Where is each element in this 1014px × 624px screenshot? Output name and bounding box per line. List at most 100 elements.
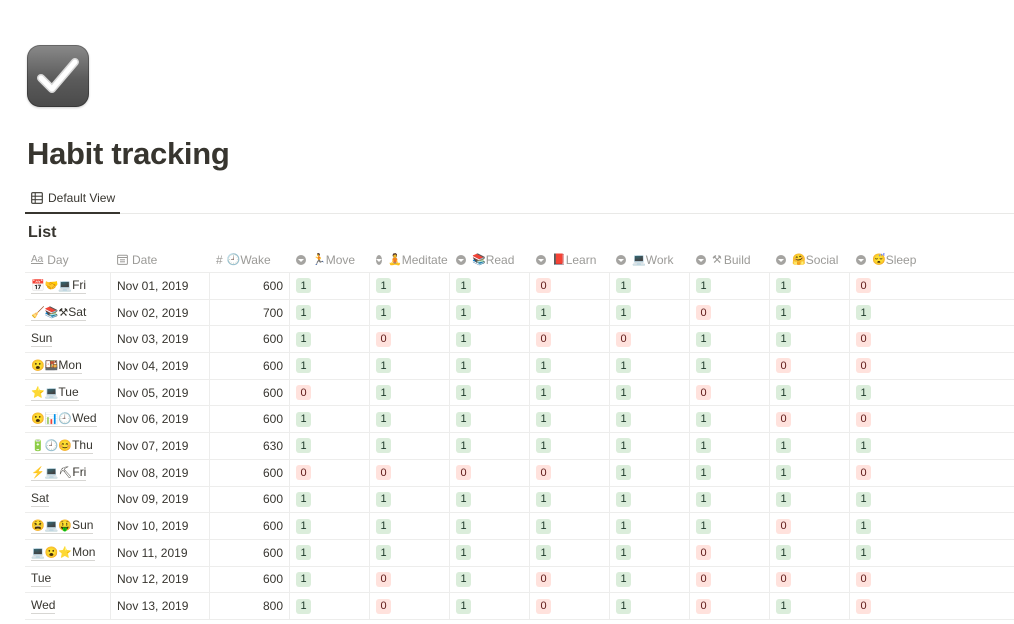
cell-date[interactable]: Nov 06, 2019 xyxy=(111,406,210,433)
cell-learn[interactable]: 0 xyxy=(530,273,610,299)
page-title[interactable]: Habit tracking xyxy=(27,136,230,172)
cell-wake[interactable]: 600 xyxy=(210,273,290,299)
cell-build[interactable]: 1 xyxy=(690,326,770,353)
cell-read[interactable]: 1 xyxy=(450,406,530,433)
cell-date[interactable]: Nov 09, 2019 xyxy=(111,486,210,513)
cell-date[interactable]: Nov 07, 2019 xyxy=(111,433,210,459)
cell-move[interactable]: 1 xyxy=(290,593,370,619)
list-title[interactable]: List xyxy=(28,224,56,242)
table-row[interactable]: ⭐💻Tue Nov 05, 2019 600 0 1 1 1 1 0 1 1 xyxy=(25,379,1014,407)
cell-learn[interactable]: 0 xyxy=(530,566,610,593)
day-title[interactable]: 😮🍱Mon xyxy=(31,358,82,374)
table-row[interactable]: 😮🍱Mon Nov 04, 2019 600 1 1 1 1 1 1 0 0 xyxy=(25,353,1014,380)
cell-build[interactable]: 0 xyxy=(690,379,770,406)
cell-sleep[interactable]: 1 xyxy=(850,513,1014,539)
cell-day[interactable]: 🔋🕘😊Thu xyxy=(25,433,111,459)
cell-move[interactable]: 1 xyxy=(290,566,370,593)
cell-wake[interactable]: 600 xyxy=(210,459,290,486)
cell-work[interactable]: 1 xyxy=(610,513,690,539)
cell-wake[interactable]: 600 xyxy=(210,513,290,539)
cell-meditate[interactable]: 1 xyxy=(370,539,450,566)
cell-move[interactable]: 1 xyxy=(290,326,370,353)
cell-meditate[interactable]: 0 xyxy=(370,459,450,486)
cell-date[interactable]: Nov 13, 2019 xyxy=(111,593,210,619)
cell-work[interactable]: 1 xyxy=(610,273,690,299)
table-row[interactable]: 📅🤝💻Fri Nov 01, 2019 600 1 1 1 0 1 1 1 0 xyxy=(25,273,1014,300)
cell-move[interactable]: 1 xyxy=(290,513,370,539)
cell-learn[interactable]: 0 xyxy=(530,593,610,619)
table-row[interactable]: 😫💻🤑Sun Nov 10, 2019 600 1 1 1 1 1 1 0 1 xyxy=(25,513,1014,540)
cell-date[interactable]: Nov 08, 2019 xyxy=(111,459,210,486)
cell-learn[interactable]: 1 xyxy=(530,539,610,566)
cell-wake[interactable]: 600 xyxy=(210,566,290,593)
cell-social[interactable]: 1 xyxy=(770,486,850,513)
table-row[interactable]: 💻😮⭐Mon Nov 11, 2019 600 1 1 1 1 1 0 1 1 xyxy=(25,539,1014,567)
day-title[interactable]: Sun xyxy=(31,331,53,348)
column-header-work[interactable]: 💻 Work xyxy=(610,247,690,272)
column-header-meditate[interactable]: 🧘 Meditate xyxy=(370,247,450,272)
cell-read[interactable]: 1 xyxy=(450,299,530,326)
cell-learn[interactable]: 1 xyxy=(530,433,610,459)
table-row[interactable]: Sat Nov 09, 2019 600 1 1 1 1 1 1 1 1 xyxy=(25,486,1014,514)
cell-read[interactable]: 1 xyxy=(450,539,530,566)
cell-read[interactable]: 1 xyxy=(450,433,530,459)
table-row[interactable]: 🧹📚⚒Sat Nov 02, 2019 700 1 1 1 1 1 0 1 1 xyxy=(25,299,1014,327)
day-title[interactable]: 😫💻🤑Sun xyxy=(31,518,94,535)
cell-read[interactable]: 1 xyxy=(450,566,530,593)
cell-sleep[interactable]: 0 xyxy=(850,406,1014,432)
cell-work[interactable]: 1 xyxy=(610,433,690,459)
cell-sleep[interactable]: 0 xyxy=(850,460,1014,486)
cell-build[interactable]: 0 xyxy=(690,539,770,566)
cell-social[interactable]: 1 xyxy=(770,326,850,353)
column-header-move[interactable]: 🏃 Move xyxy=(290,247,370,272)
cell-work[interactable]: 1 xyxy=(610,593,690,619)
column-header-read[interactable]: 📚 Read xyxy=(450,247,530,272)
cell-learn[interactable]: 1 xyxy=(530,353,610,379)
cell-wake[interactable]: 600 xyxy=(210,353,290,379)
cell-day[interactable]: Sun xyxy=(25,326,111,353)
cell-social[interactable]: 1 xyxy=(770,379,850,406)
cell-build[interactable]: 0 xyxy=(690,566,770,593)
cell-learn[interactable]: 1 xyxy=(530,486,610,513)
cell-social[interactable]: 1 xyxy=(770,539,850,566)
day-title[interactable]: ⚡💻⛏Fri xyxy=(31,465,87,481)
cell-meditate[interactable]: 1 xyxy=(370,273,450,299)
cell-sleep[interactable]: 1 xyxy=(850,380,1014,406)
cell-wake[interactable]: 600 xyxy=(210,326,290,353)
cell-build[interactable]: 0 xyxy=(690,593,770,619)
cell-sleep[interactable]: 0 xyxy=(850,567,1014,593)
cell-read[interactable]: 1 xyxy=(450,326,530,353)
cell-social[interactable]: 0 xyxy=(770,566,850,593)
cell-move[interactable]: 1 xyxy=(290,433,370,459)
cell-work[interactable]: 1 xyxy=(610,539,690,566)
cell-read[interactable]: 1 xyxy=(450,593,530,619)
cell-day[interactable]: Tue xyxy=(25,566,111,593)
cell-day[interactable]: 😫💻🤑Sun xyxy=(25,513,111,539)
cell-work[interactable]: 1 xyxy=(610,486,690,513)
table-row[interactable]: 😮📊🕘Wed Nov 06, 2019 600 1 1 1 1 1 1 0 0 xyxy=(25,406,1014,434)
cell-date[interactable]: Nov 10, 2019 xyxy=(111,513,210,539)
cell-move[interactable]: 1 xyxy=(290,406,370,433)
column-header-learn[interactable]: 📕 Learn xyxy=(530,247,610,272)
cell-day[interactable]: 💻😮⭐Mon xyxy=(25,539,111,566)
cell-day[interactable]: Wed xyxy=(25,593,111,619)
cell-day[interactable]: ⚡💻⛏Fri xyxy=(25,459,111,486)
cell-work[interactable]: 0 xyxy=(610,326,690,353)
cell-date[interactable]: Nov 03, 2019 xyxy=(111,326,210,353)
day-title[interactable]: 🧹📚⚒Sat xyxy=(31,305,87,321)
cell-date[interactable]: Nov 01, 2019 xyxy=(111,273,210,299)
cell-move[interactable]: 1 xyxy=(290,299,370,326)
cell-date[interactable]: Nov 11, 2019 xyxy=(111,539,210,566)
cell-meditate[interactable]: 1 xyxy=(370,379,450,406)
cell-build[interactable]: 1 xyxy=(690,273,770,299)
cell-wake[interactable]: 630 xyxy=(210,433,290,459)
cell-day[interactable]: 📅🤝💻Fri xyxy=(25,273,111,299)
tab-default-view[interactable]: Default View xyxy=(25,184,120,214)
cell-build[interactable]: 1 xyxy=(690,433,770,459)
cell-social[interactable]: 1 xyxy=(770,433,850,459)
day-title[interactable]: Tue xyxy=(31,571,52,588)
day-title[interactable]: 📅🤝💻Fri xyxy=(31,278,87,294)
cell-work[interactable]: 1 xyxy=(610,379,690,406)
cell-learn[interactable]: 1 xyxy=(530,299,610,326)
cell-build[interactable]: 1 xyxy=(690,513,770,539)
